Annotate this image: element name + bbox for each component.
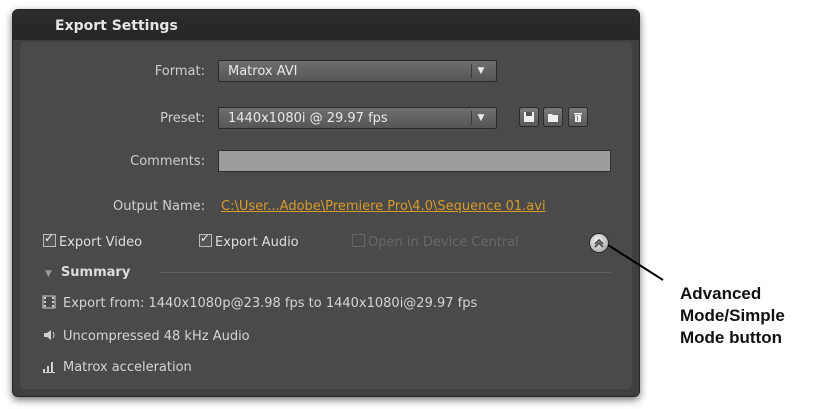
callout-line-2: Mode/Simple <box>680 306 785 325</box>
callout-line-3: Mode button <box>680 328 782 347</box>
callout-line-1: Advanced <box>680 284 762 303</box>
callout-label: Advanced Mode/Simple Mode button <box>680 283 785 349</box>
